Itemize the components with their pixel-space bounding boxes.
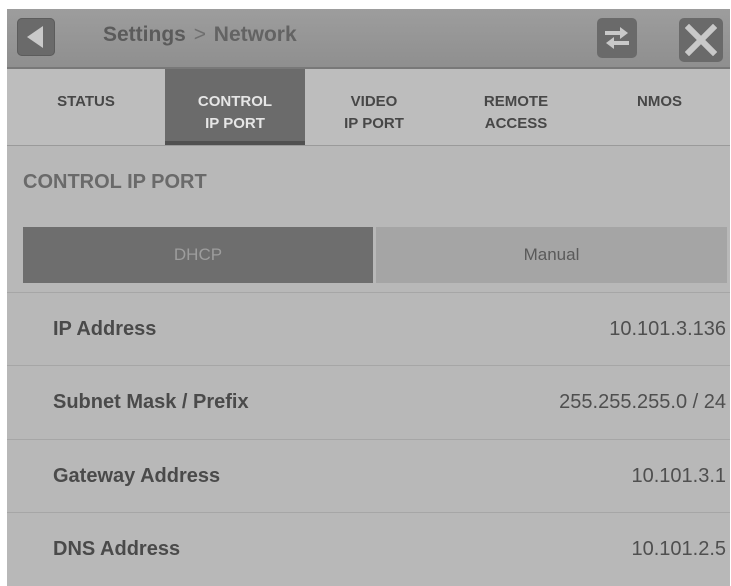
row-label: Gateway Address [53,465,221,487]
tab-control-ip-port[interactable]: CONTROL IP PORT [165,69,305,145]
breadcrumb-current: Network [213,23,297,46]
manual-toggle-button[interactable]: Manual [376,227,727,283]
close-icon [685,24,717,56]
dns-address-row[interactable]: DNS Address 10.101.2.5 [7,512,730,585]
row-label: Subnet Mask / Prefix [53,391,249,413]
tab-status[interactable]: STATUS [7,69,165,145]
back-button[interactable] [17,18,55,56]
tab-video-ip-port[interactable]: VIDEO IP PORT [305,69,443,145]
gateway-address-row[interactable]: Gateway Address 10.101.3.1 [7,439,730,512]
close-button[interactable] [679,18,723,62]
title-bar: Settings > Network [7,9,730,69]
row-value: 10.101.3.1 [631,465,726,487]
row-label: IP Address [53,318,157,340]
tab-bar: STATUS CONTROL IP PORT VIDEO IP PORT REM… [7,69,730,146]
back-arrow-icon [27,26,43,48]
swap-arrows-icon [605,27,629,49]
row-label: DNS Address [53,538,181,560]
row-value: 10.101.3.136 [609,318,726,340]
breadcrumb-parent[interactable]: Settings [103,23,186,46]
row-value: 10.101.2.5 [631,538,726,560]
dhcp-toggle-button[interactable]: DHCP [23,227,373,283]
swap-button[interactable] [597,18,637,58]
breadcrumb: Settings > Network [103,23,297,47]
network-settings-screen: Settings > Network STATUS CONTROL IP POR… [7,9,730,586]
section-title: CONTROL IP PORT [23,171,207,193]
row-value: 255.255.255.0 / 24 [559,391,726,413]
breadcrumb-separator: > [193,23,206,46]
subnet-mask-row[interactable]: Subnet Mask / Prefix 255.255.255.0 / 24 [7,365,730,438]
ip-address-row[interactable]: IP Address 10.101.3.136 [7,292,730,365]
tab-remote-access[interactable]: REMOTE ACCESS [443,69,589,145]
tab-nmos[interactable]: NMOS [589,69,730,145]
